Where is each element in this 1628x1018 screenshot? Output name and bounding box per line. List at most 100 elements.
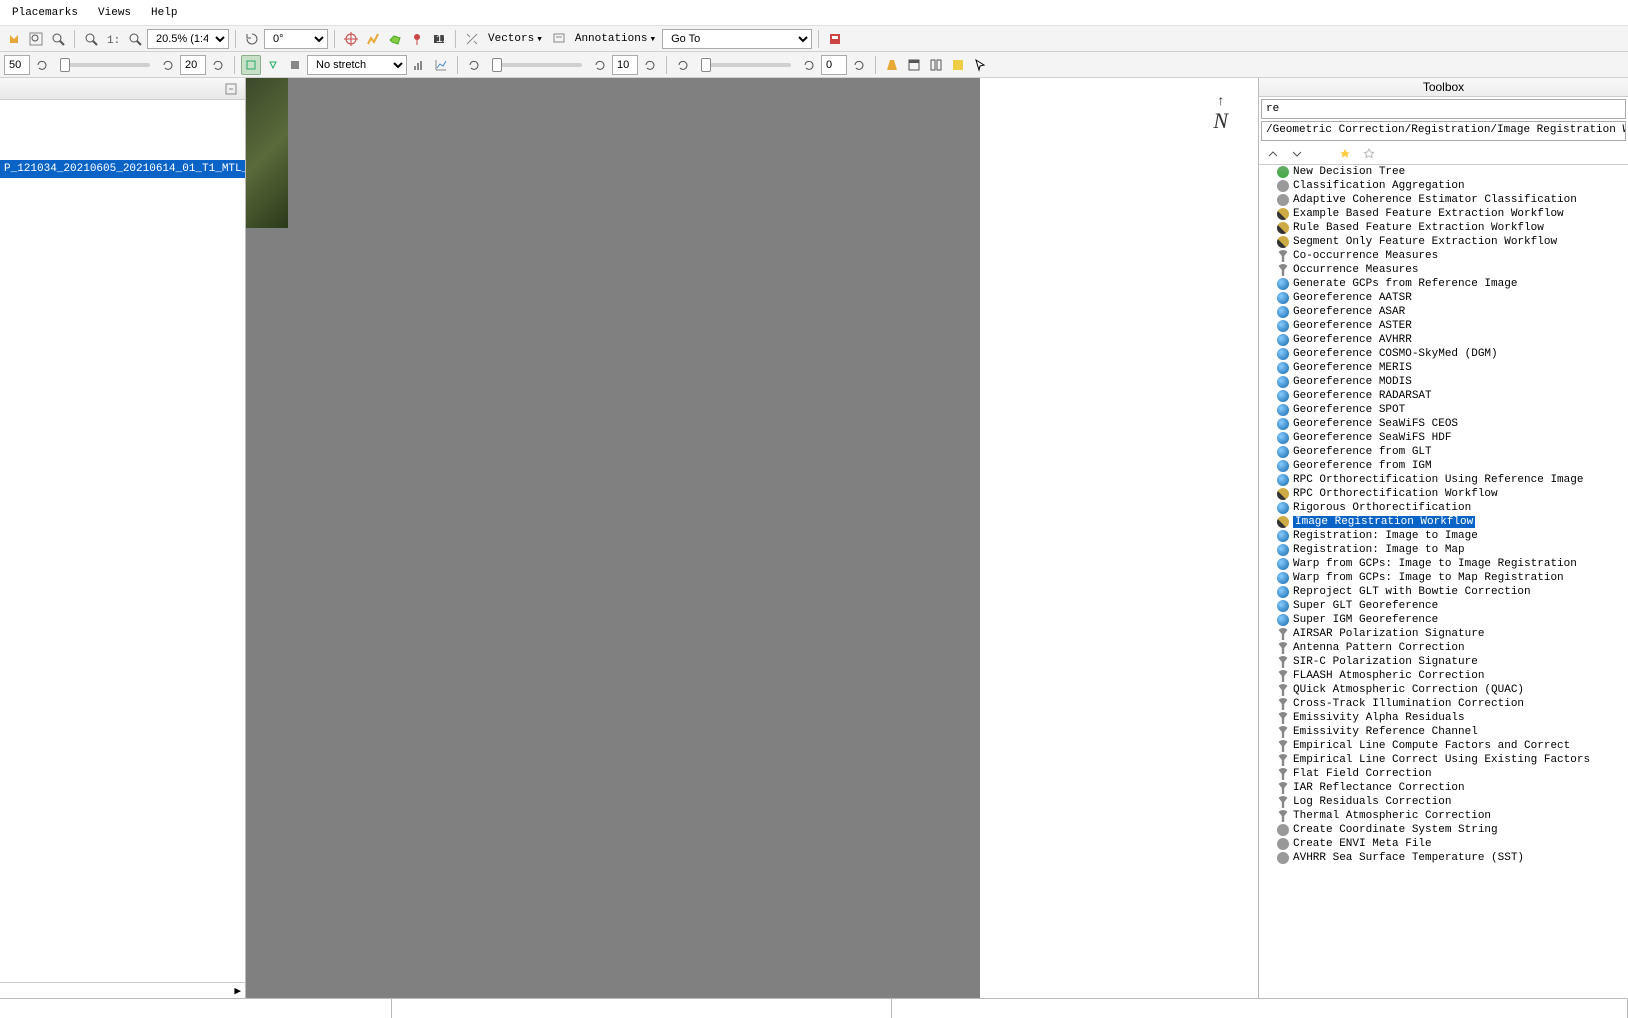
- toolbox-item[interactable]: Georeference SeaWiFS HDF: [1259, 431, 1628, 445]
- toolbox-item[interactable]: Cross-Track Illumination Correction: [1259, 697, 1628, 711]
- toolbox-item[interactable]: Co-occurrence Measures: [1259, 249, 1628, 263]
- transparency-value[interactable]: [821, 55, 847, 75]
- split-icon[interactable]: [926, 55, 946, 75]
- toolbox-item[interactable]: IAR Reflectance Correction: [1259, 781, 1628, 795]
- number-icon[interactable]: 12: [429, 29, 449, 49]
- transparency-slider[interactable]: [701, 63, 791, 67]
- toolbox-item[interactable]: Create ENVI Meta File: [1259, 837, 1628, 851]
- toolbox-item[interactable]: Georeference SeaWiFS CEOS: [1259, 417, 1628, 431]
- toolbox-item[interactable]: AIRSAR Polarization Signature: [1259, 627, 1628, 641]
- toolbox-item[interactable]: Segment Only Feature Extraction Workflow: [1259, 235, 1628, 249]
- swipe-icon[interactable]: [882, 55, 902, 75]
- hand-icon[interactable]: [4, 29, 24, 49]
- scroll-right-icon[interactable]: ▶: [234, 984, 241, 998]
- toolbox-item[interactable]: Warp from GCPs: Image to Map Registratio…: [1259, 571, 1628, 585]
- toolbox-item[interactable]: Classification Aggregation: [1259, 179, 1628, 193]
- pin-icon[interactable]: [407, 29, 427, 49]
- toolbox-item[interactable]: Reproject GLT with Bowtie Correction: [1259, 585, 1628, 599]
- cursor-icon[interactable]: [970, 55, 990, 75]
- goto-combo[interactable]: Go To: [662, 29, 812, 49]
- refresh-icon[interactable]: [673, 55, 693, 75]
- menu-placemarks[interactable]: Placemarks: [2, 3, 88, 23]
- rotate-combo[interactable]: 0°: [264, 29, 328, 49]
- crosshair-icon[interactable]: [341, 29, 361, 49]
- portal-icon[interactable]: [948, 55, 968, 75]
- refresh-icon[interactable]: [208, 55, 228, 75]
- refresh-icon[interactable]: [158, 55, 178, 75]
- save-chip-icon[interactable]: [825, 29, 845, 49]
- refresh-icon[interactable]: [32, 55, 52, 75]
- stretch-combo[interactable]: No stretch: [307, 55, 407, 75]
- toolbox-item[interactable]: Occurrence Measures: [1259, 263, 1628, 277]
- histogram-icon[interactable]: [409, 55, 429, 75]
- toolbox-item[interactable]: Create Coordinate System String: [1259, 823, 1628, 837]
- toolbox-item[interactable]: Georeference MODIS: [1259, 375, 1628, 389]
- profile-icon[interactable]: [363, 29, 383, 49]
- zoom-fit-icon[interactable]: [26, 29, 46, 49]
- toolbox-item[interactable]: Example Based Feature Extraction Workflo…: [1259, 207, 1628, 221]
- toolbox-item[interactable]: Georeference AVHRR: [1259, 333, 1628, 347]
- contrast-value[interactable]: [180, 55, 206, 75]
- window-icon[interactable]: [904, 55, 924, 75]
- zoom-level-combo[interactable]: 20.5% (1:4.9…: [147, 29, 229, 49]
- sharpen-value[interactable]: [612, 55, 638, 75]
- refresh-icon[interactable]: [590, 55, 610, 75]
- refresh-icon[interactable]: [464, 55, 484, 75]
- toolbox-item[interactable]: SIR-C Polarization Signature: [1259, 655, 1628, 669]
- toolbox-item[interactable]: Emissivity Alpha Residuals: [1259, 711, 1628, 725]
- refresh-icon[interactable]: [799, 55, 819, 75]
- toolbox-item[interactable]: Registration: Image to Map: [1259, 543, 1628, 557]
- toolbox-item[interactable]: Registration: Image to Image: [1259, 529, 1628, 543]
- rotate-reset-icon[interactable]: [242, 29, 262, 49]
- toolbox-item[interactable]: RPC Orthorectification Using Reference I…: [1259, 473, 1628, 487]
- toolbox-item[interactable]: Empirical Line Compute Factors and Corre…: [1259, 739, 1628, 753]
- toolbox-item[interactable]: Georeference ASAR: [1259, 305, 1628, 319]
- toolbox-item[interactable]: Georeference RADARSAT: [1259, 389, 1628, 403]
- map-viewport[interactable]: N: [246, 78, 1258, 998]
- toolbox-item[interactable]: Georeference from IGM: [1259, 459, 1628, 473]
- sharpen-slider[interactable]: [492, 63, 582, 67]
- toolbox-item[interactable]: QUick Atmospheric Correction (QUAC): [1259, 683, 1628, 697]
- brightness-value[interactable]: [4, 55, 30, 75]
- toolbox-item[interactable]: Super IGM Georeference: [1259, 613, 1628, 627]
- vectors-dropdown[interactable]: Vectors▾: [484, 32, 547, 46]
- inherit-icon[interactable]: [285, 55, 305, 75]
- favorite-icon[interactable]: [1359, 144, 1379, 164]
- favorite-add-icon[interactable]: [1335, 144, 1355, 164]
- annotations-dropdown[interactable]: Annotations▾: [571, 32, 660, 46]
- crop-icon[interactable]: [241, 55, 261, 75]
- toolbox-item[interactable]: Georeference AATSR: [1259, 291, 1628, 305]
- toolbox-item[interactable]: Georeference from GLT: [1259, 445, 1628, 459]
- menu-help[interactable]: Help: [141, 3, 187, 23]
- toolbox-item[interactable]: Flat Field Correction: [1259, 767, 1628, 781]
- toolbox-item[interactable]: Super GLT Georeference: [1259, 599, 1628, 613]
- toolbox-item[interactable]: Empirical Line Correct Using Existing Fa…: [1259, 753, 1628, 767]
- toolbox-item[interactable]: Georeference SPOT: [1259, 403, 1628, 417]
- zoom-1to1-icon[interactable]: 1:1: [103, 29, 123, 49]
- toolbox-item[interactable]: Georeference ASTER: [1259, 319, 1628, 333]
- toolbox-item[interactable]: Rule Based Feature Extraction Workflow: [1259, 221, 1628, 235]
- toolbox-search-input[interactable]: [1261, 99, 1626, 119]
- zoom-in-icon[interactable]: [48, 29, 68, 49]
- toolbox-item[interactable]: RPC Orthorectification Workflow: [1259, 487, 1628, 501]
- expand-icon[interactable]: [1287, 144, 1307, 164]
- brightness-slider[interactable]: [60, 63, 150, 67]
- toolbox-item[interactable]: New Decision Tree: [1259, 165, 1628, 179]
- refresh-icon[interactable]: [640, 55, 660, 75]
- toolbox-item[interactable]: Rigorous Orthorectification: [1259, 501, 1628, 515]
- collapse-icon[interactable]: [1263, 144, 1283, 164]
- toolbox-item[interactable]: Adaptive Coherence Estimator Classificat…: [1259, 193, 1628, 207]
- toolbox-item[interactable]: Generate GCPs from Reference Image: [1259, 277, 1628, 291]
- toolbox-item[interactable]: FLAASH Atmospheric Correction: [1259, 669, 1628, 683]
- refresh-icon[interactable]: [849, 55, 869, 75]
- toolbox-item[interactable]: Warp from GCPs: Image to Image Registrat…: [1259, 557, 1628, 571]
- annotations-icon[interactable]: [549, 29, 569, 49]
- zoom-out-icon[interactable]: [81, 29, 101, 49]
- toolbox-item[interactable]: Image Registration Workflow: [1259, 515, 1628, 529]
- zoom-tool-icon[interactable]: [125, 29, 145, 49]
- vectors-icon[interactable]: [462, 29, 482, 49]
- menu-views[interactable]: Views: [88, 3, 141, 23]
- toolbox-item[interactable]: Georeference MERIS: [1259, 361, 1628, 375]
- toolbox-path[interactable]: /Geometric Correction/Registration/Image…: [1261, 121, 1626, 141]
- toolbox-item[interactable]: Georeference COSMO-SkyMed (DGM): [1259, 347, 1628, 361]
